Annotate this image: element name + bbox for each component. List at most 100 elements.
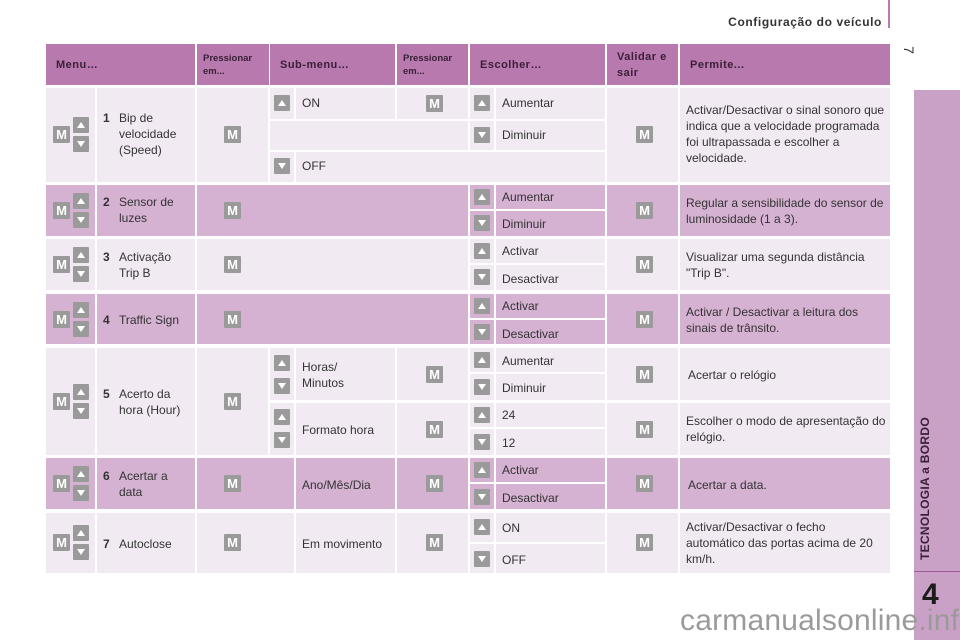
up-arrow-icon[interactable] bbox=[474, 189, 490, 205]
m-button-icon[interactable]: M bbox=[426, 534, 443, 551]
m-button-icon[interactable]: M bbox=[636, 126, 653, 143]
m-button-icon[interactable]: M bbox=[426, 475, 443, 492]
m-button-icon[interactable]: M bbox=[636, 256, 653, 273]
down-arrow-icon[interactable] bbox=[73, 544, 89, 560]
down-arrow-icon[interactable] bbox=[474, 324, 490, 340]
row-4-number: 4 bbox=[103, 313, 110, 327]
m-button-icon[interactable]: M bbox=[636, 421, 653, 438]
down-arrow-icon[interactable] bbox=[474, 489, 490, 505]
row-6-press-cell bbox=[197, 458, 294, 509]
title-divider bbox=[888, 0, 890, 28]
row-7-allows: Activar/Desactivar o fecho automático da… bbox=[686, 520, 873, 566]
down-arrow-icon[interactable] bbox=[474, 434, 490, 450]
row-2-menu-label: Sensor de luzes bbox=[119, 195, 174, 225]
up-arrow-icon[interactable] bbox=[73, 384, 89, 400]
up-arrow-icon[interactable] bbox=[274, 409, 290, 425]
m-button-icon[interactable]: M bbox=[224, 202, 241, 219]
row-4-choose-down: Desactivar bbox=[502, 327, 559, 341]
row-1-menu-label: Bip de velocidade (Speed) bbox=[119, 111, 177, 157]
row-4-menu-label: Traffic Sign bbox=[119, 313, 180, 327]
down-arrow-icon[interactable] bbox=[73, 321, 89, 337]
m-button-icon[interactable]: M bbox=[426, 421, 443, 438]
m-button-icon[interactable]: M bbox=[224, 534, 241, 551]
m-button-icon[interactable]: M bbox=[224, 126, 241, 143]
m-button-icon[interactable]: M bbox=[636, 475, 653, 492]
row-3-choose-down: Desactivar bbox=[502, 272, 559, 286]
m-button-icon[interactable]: M bbox=[636, 311, 653, 328]
row-1-allows: Activar/Desactivar o sinal sonoro que in… bbox=[686, 103, 885, 165]
up-arrow-icon[interactable] bbox=[73, 302, 89, 318]
row-7-number: 7 bbox=[103, 537, 110, 551]
down-arrow-icon[interactable] bbox=[73, 403, 89, 419]
row-5b-choose-down: 12 bbox=[502, 436, 516, 450]
up-arrow-icon[interactable] bbox=[274, 355, 290, 371]
down-arrow-icon[interactable] bbox=[73, 212, 89, 228]
up-arrow-icon[interactable] bbox=[474, 519, 490, 535]
header-allows: Permite... bbox=[680, 44, 890, 85]
m-button-icon[interactable]: M bbox=[53, 256, 70, 273]
up-arrow-icon[interactable] bbox=[274, 95, 290, 111]
up-arrow-icon[interactable] bbox=[474, 298, 490, 314]
row-5b-choose-up: 24 bbox=[502, 408, 516, 422]
row-7-menu-label: Autoclose bbox=[119, 537, 172, 551]
row-1-choose-down: Diminuir bbox=[502, 128, 547, 142]
down-arrow-icon[interactable] bbox=[274, 378, 290, 394]
m-button-icon[interactable]: M bbox=[53, 393, 70, 410]
watermark: carmanualsonline.info bbox=[680, 604, 960, 637]
down-arrow-icon[interactable] bbox=[274, 432, 290, 448]
up-arrow-icon[interactable] bbox=[73, 193, 89, 209]
row-5b-allows: Escolher o modo de apresentação do relóg… bbox=[686, 414, 886, 444]
row-6-number: 6 bbox=[103, 469, 110, 483]
down-arrow-icon[interactable] bbox=[474, 379, 490, 395]
row-7-choose-down: OFF bbox=[502, 553, 526, 567]
page-number: 7 bbox=[900, 46, 917, 54]
m-button-icon[interactable]: M bbox=[426, 95, 443, 112]
row-7-submenu: Em movimento bbox=[302, 537, 383, 551]
up-arrow-icon[interactable] bbox=[474, 243, 490, 259]
m-button-icon[interactable]: M bbox=[636, 366, 653, 383]
down-arrow-icon[interactable] bbox=[474, 269, 490, 285]
header-press-2: Pressionar em... bbox=[397, 44, 468, 85]
row-6-menu-label: Acertar a data bbox=[119, 469, 168, 499]
up-arrow-icon[interactable] bbox=[474, 352, 490, 368]
up-arrow-icon[interactable] bbox=[474, 95, 490, 111]
row-3-allows: Visualizar uma segunda distância "Trip B… bbox=[686, 250, 865, 280]
row-1-choose-up: Aumentar bbox=[502, 96, 555, 110]
m-button-icon[interactable]: M bbox=[53, 126, 70, 143]
down-arrow-icon[interactable] bbox=[274, 158, 290, 174]
m-button-icon[interactable]: M bbox=[53, 475, 70, 492]
m-button-icon[interactable]: M bbox=[224, 475, 241, 492]
up-arrow-icon[interactable] bbox=[474, 407, 490, 423]
down-arrow-icon[interactable] bbox=[73, 136, 89, 152]
row-2-choose-down: Diminuir bbox=[502, 217, 547, 231]
up-arrow-icon[interactable] bbox=[73, 466, 89, 482]
row-5a-allows: Acertar o relógio bbox=[688, 368, 777, 382]
chapter-divider bbox=[914, 571, 960, 572]
down-arrow-icon[interactable] bbox=[474, 551, 490, 567]
down-arrow-icon[interactable] bbox=[73, 485, 89, 501]
up-arrow-icon[interactable] bbox=[73, 525, 89, 541]
chapter-tab: TECNOLOGIA a BORDO 4 bbox=[914, 90, 960, 640]
m-button-icon[interactable]: M bbox=[636, 202, 653, 219]
m-button-icon[interactable]: M bbox=[636, 534, 653, 551]
row-5a-choose-up: Aumentar bbox=[502, 354, 555, 368]
m-button-icon[interactable]: M bbox=[53, 202, 70, 219]
row-2-allows: Regular a sensibilidade do sensor de lum… bbox=[686, 196, 884, 226]
m-button-icon[interactable]: M bbox=[53, 534, 70, 551]
row-5a-choose-down: Diminuir bbox=[502, 381, 547, 395]
down-arrow-icon[interactable] bbox=[474, 127, 490, 143]
up-arrow-icon[interactable] bbox=[73, 117, 89, 133]
up-arrow-icon[interactable] bbox=[73, 247, 89, 263]
m-button-icon[interactable]: M bbox=[426, 366, 443, 383]
m-button-icon[interactable]: M bbox=[224, 256, 241, 273]
m-button-icon[interactable]: M bbox=[224, 311, 241, 328]
row-5-number: 5 bbox=[103, 387, 110, 401]
m-button-icon[interactable]: M bbox=[53, 311, 70, 328]
row-6-choose-down: Desactivar bbox=[502, 491, 559, 505]
m-button-icon[interactable]: M bbox=[224, 393, 241, 410]
row-6-allows: Acertar a data. bbox=[688, 478, 767, 492]
down-arrow-icon[interactable] bbox=[474, 215, 490, 231]
up-arrow-icon[interactable] bbox=[474, 462, 490, 478]
row-1-empty-cell bbox=[270, 121, 468, 150]
down-arrow-icon[interactable] bbox=[73, 266, 89, 282]
